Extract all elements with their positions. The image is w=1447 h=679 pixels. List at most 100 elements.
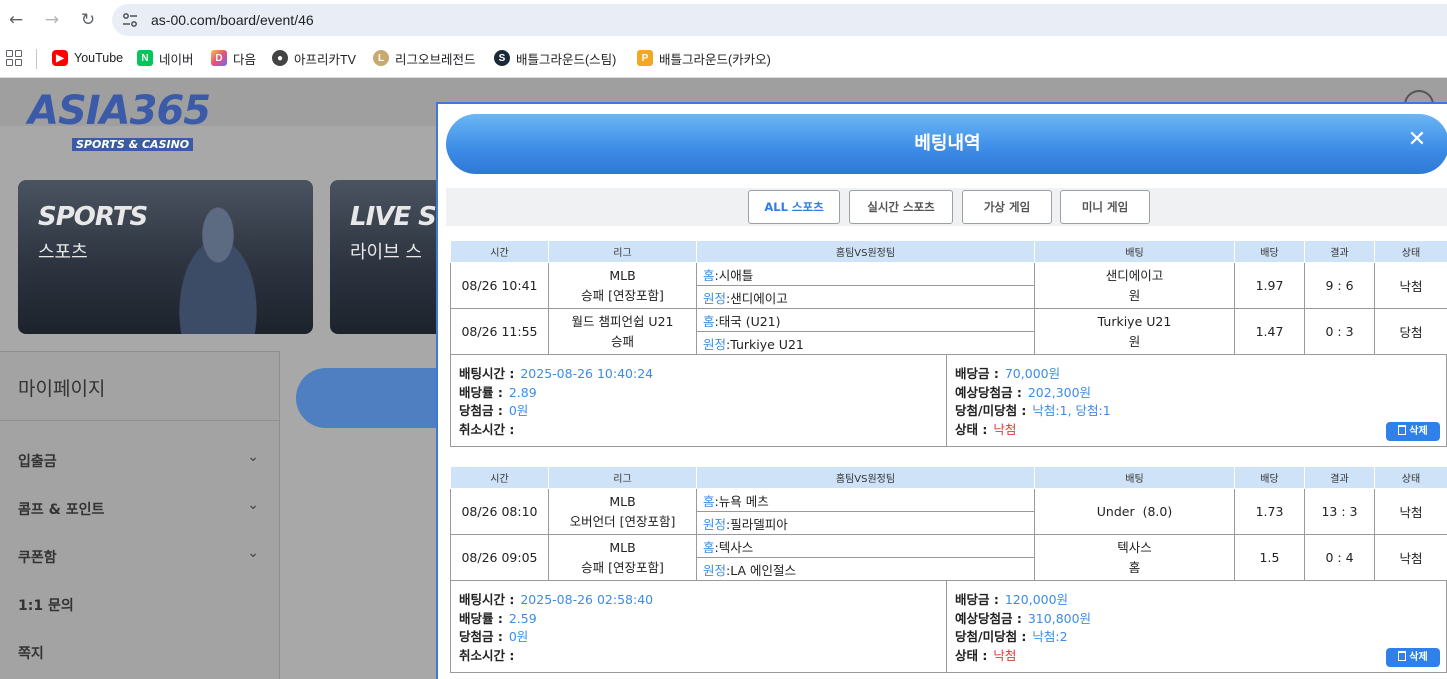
status-value: 낙첨 <box>993 647 1017 663</box>
menu-item-deposit-withdraw[interactable]: 입출금 ⌄ <box>18 449 263 471</box>
away-label: 원정 <box>703 562 727 578</box>
game-odds: 1.5 <box>1234 534 1305 581</box>
modal-header: 베팅내역 ✕ <box>446 114 1447 174</box>
bookmark-youtube[interactable]: ▶ YouTube <box>52 48 123 68</box>
odds-value: 2.89 <box>508 384 537 400</box>
status-badge: 낙첨 <box>1374 534 1447 581</box>
col-header-league: 리그 <box>548 240 697 263</box>
col-header-status: 상태 <box>1374 240 1447 263</box>
market-name: 오버언더 [연장포함] <box>569 513 676 529</box>
menu-item-label: 입출금 <box>18 454 57 470</box>
chevron-down-icon: ⌄ <box>247 497 259 513</box>
home-label: 홈 <box>703 539 715 555</box>
game-pick: Turkiye U21 원 <box>1034 308 1235 355</box>
status-badge: 낙첨 <box>1374 262 1447 309</box>
summary-label: 배당률 : <box>459 610 503 626</box>
away-team: 원정:필라델피아 <box>696 511 1035 535</box>
pick-name: Under (8.0) <box>1096 503 1173 519</box>
bookmark-label: 다음 <box>233 52 257 67</box>
browser-toolbar: ← → ↻ as-00.com/board/event/46 <box>0 0 1447 40</box>
bookmark-daum[interactable]: D 다음 <box>211 48 256 68</box>
summary-label: 당첨금 : <box>459 629 503 644</box>
summary-label: 취소시간 : <box>459 647 515 663</box>
banner-sports[interactable]: SPORTS 스포츠 <box>18 180 313 334</box>
bookmark-pubg-kakao[interactable]: P 배틀그라운드(카카오) <box>637 48 771 68</box>
expected-win-value: 202,300원 <box>1027 384 1092 400</box>
back-arrow-icon[interactable]: ← <box>6 10 26 30</box>
address-bar[interactable]: as-00.com/board/event/46 <box>112 4 1447 36</box>
bookmark-afreecatv[interactable]: ● 아프리카TV <box>272 48 356 68</box>
bookmark-label: 리그오브레전드 <box>395 52 476 67</box>
mypage-title: 마이페이지 <box>18 378 106 400</box>
game-league: MLB 승패 [연장포함] <box>548 534 697 581</box>
game-odds: 1.73 <box>1234 488 1305 535</box>
col-header-teams: 홈팀VS원정팀 <box>696 240 1035 263</box>
home-label: 홈 <box>703 313 715 329</box>
site-logo[interactable]: ASIA365 SPORTS & CASINO <box>18 86 211 166</box>
menu-item-messages[interactable]: 쪽지 <box>18 643 263 663</box>
close-icon[interactable]: ✕ <box>1403 126 1431 154</box>
col-header-time: 시간 <box>450 240 549 263</box>
team-name: :LA 에인절스 <box>726 562 797 578</box>
tab-all-sports[interactable]: ALL 스포츠 <box>748 190 840 224</box>
game-odds: 1.97 <box>1234 262 1305 309</box>
filter-tabs: ALL 스포츠 실시간 스포츠 가상 게임 미니 게임 <box>446 188 1447 226</box>
summary-label: 예상당첨금 : <box>955 384 1022 400</box>
delete-button[interactable]: 삭제 <box>1386 422 1440 441</box>
game-time: 08/26 10:41 <box>450 262 549 309</box>
summary-label: 예상당첨금 : <box>955 610 1022 626</box>
content-tab-pill[interactable] <box>296 368 456 428</box>
col-header-league: 리그 <box>548 466 697 489</box>
menu-item-comp-point[interactable]: 콤프 & 포인트 ⌄ <box>18 497 263 519</box>
status-badge: 낙첨 <box>1374 488 1447 535</box>
bet-slip: 시간 리그 홈팀VS원정팀 배팅 배당 결과 상태 08/26 10:41 ML… <box>450 240 1447 447</box>
lol-icon: L <box>373 50 389 66</box>
home-team: 홈:텍사스 <box>696 534 1035 558</box>
game-odds: 1.47 <box>1234 308 1305 355</box>
bookmark-lol[interactable]: L 리그오브레전드 <box>373 48 476 68</box>
game-result: 13 : 3 <box>1304 488 1375 535</box>
table-header-row: 시간 리그 홈팀VS원정팀 배팅 배당 결과 상태 <box>450 240 1447 263</box>
table-row: 08/26 08:10 MLB 오버언더 [연장포함] 홈:뉴욕 메츠 Under… <box>450 488 1447 535</box>
tab-mini-games[interactable]: 미니 게임 <box>1060 190 1150 224</box>
away-team: 원정:Turkiye U21 <box>696 331 1035 355</box>
summary-label: 취소시간 : <box>459 421 515 437</box>
bookmarks-bar: ▶ YouTube N 네이버 D 다음 ● 아프리카TV L 리그오브레전드 … <box>0 40 1447 78</box>
delete-label: 삭제 <box>1409 426 1428 437</box>
menu-item-coupon[interactable]: 쿠폰함 ⌄ <box>18 545 263 567</box>
bet-amount-value: 70,000원 <box>1004 366 1061 381</box>
delete-label: 삭제 <box>1409 652 1428 663</box>
menu-item-inquiry[interactable]: 1:1 문의 <box>18 595 263 615</box>
pick-name: 샌디에이고 <box>1105 267 1164 283</box>
forward-arrow-icon[interactable]: → <box>42 10 62 30</box>
team-name: :태국 (U21) <box>714 313 781 329</box>
delete-button[interactable]: 삭제 <box>1386 648 1440 667</box>
table-row: 08/26 09:05 MLB 승패 [연장포함] 홈:텍사스 텍사스 홈 1.5 … <box>450 534 1447 581</box>
league-name: MLB <box>609 493 636 509</box>
summary-label: 당첨/미당첨 : <box>955 403 1027 418</box>
summary-left: 배팅시간 : 2025-08-26 10:40:24 배당률 : 2.89 당첨금 … <box>451 355 947 446</box>
summary-label: 배팅시간 : <box>459 366 515 381</box>
win-lose-value: 낙첨:2 <box>1032 629 1068 644</box>
reload-icon[interactable]: ↻ <box>78 10 98 30</box>
team-name: :뉴욕 메츠 <box>714 493 769 509</box>
afreecatv-icon: ● <box>272 50 288 66</box>
player-image <box>158 200 278 334</box>
daum-icon: D <box>211 50 227 66</box>
game-league: MLB 승패 [연장포함] <box>548 262 697 309</box>
bookmark-steam[interactable]: S 배틀그라운드(스팀) <box>494 48 616 68</box>
logo-text: ASIA365 <box>28 88 211 134</box>
win-amount-value: 0원 <box>508 403 529 418</box>
youtube-icon: ▶ <box>52 50 68 66</box>
team-name: :시애틀 <box>714 267 754 283</box>
tab-live-sports[interactable]: 실시간 스포츠 <box>849 190 953 224</box>
home-team: 홈:태국 (U21) <box>696 308 1035 332</box>
home-label: 홈 <box>703 493 715 509</box>
bookmark-label: 아프리카TV <box>294 52 356 67</box>
bookmark-naver[interactable]: N 네이버 <box>137 48 194 68</box>
summary-label: 배팅시간 : <box>459 592 515 607</box>
apps-grid-icon[interactable] <box>6 50 22 66</box>
market-name: 승패 [연장포함] <box>581 559 664 575</box>
site-settings-icon[interactable] <box>122 12 138 28</box>
tab-virtual-games[interactable]: 가상 게임 <box>962 190 1052 224</box>
